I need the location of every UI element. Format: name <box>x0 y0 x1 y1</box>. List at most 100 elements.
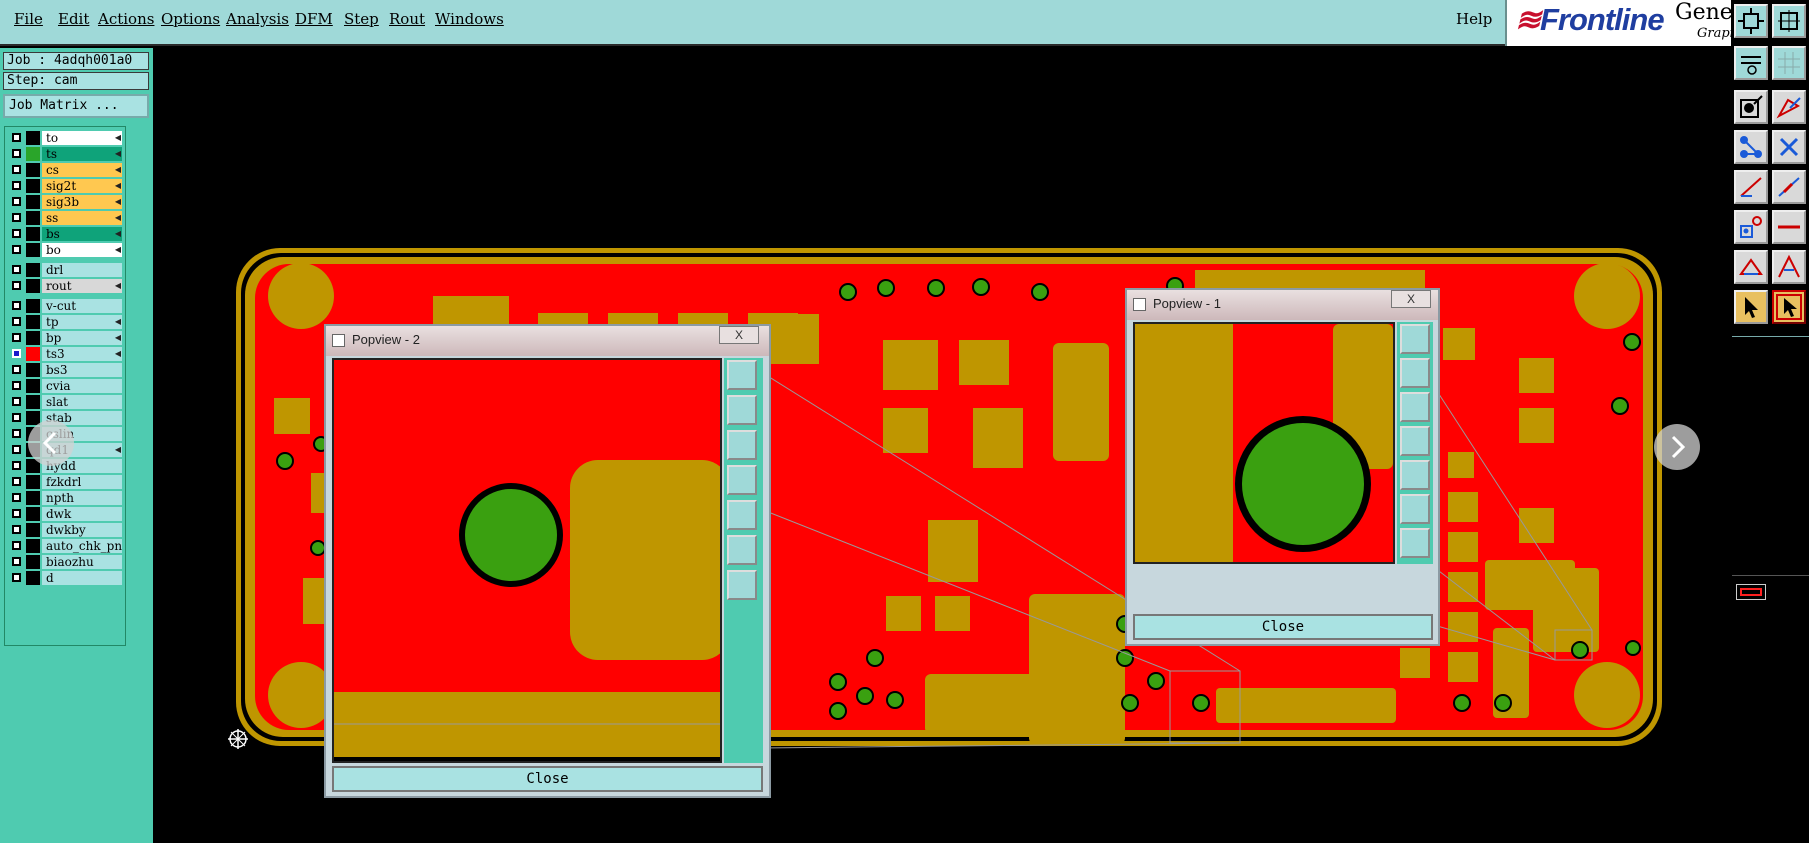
layer-name[interactable]: tp <box>42 315 122 329</box>
layer-name[interactable]: bp <box>42 331 122 345</box>
layer-color-swatch[interactable] <box>26 331 40 345</box>
popview-1-close-button[interactable]: Close <box>1133 614 1433 640</box>
popview-1-close-x-button[interactable]: X <box>1391 290 1431 308</box>
layer-name[interactable]: drl <box>42 263 122 277</box>
popview-1-zoom-out-button[interactable] <box>1400 528 1430 558</box>
layer-checkbox[interactable] <box>12 317 21 326</box>
popview-2-titlebar[interactable]: Popview - 2 X <box>326 326 769 356</box>
layer-checkbox[interactable] <box>12 397 21 406</box>
line-tool-button[interactable] <box>1734 170 1768 204</box>
layer-name[interactable]: d <box>42 571 122 585</box>
prev-slide-button[interactable] <box>28 420 74 466</box>
layer-color-swatch[interactable] <box>26 263 40 277</box>
pad-tool-button[interactable] <box>1734 210 1768 244</box>
layer-row[interactable]: sig3b ◀ <box>7 195 125 210</box>
layer-row[interactable]: drl <box>7 263 125 278</box>
net-tool-button[interactable] <box>1734 130 1768 164</box>
layer-row[interactable]: dwkby <box>7 523 125 538</box>
layer-color-swatch[interactable] <box>26 243 40 257</box>
layer-color-swatch[interactable] <box>26 555 40 569</box>
layer-name[interactable]: dwkby <box>42 523 122 537</box>
layer-color-swatch[interactable] <box>26 299 40 313</box>
popview-2-pan-right-button[interactable] <box>727 500 757 530</box>
layer-name[interactable]: ts3 <box>42 347 122 361</box>
layer-checkbox[interactable] <box>12 493 21 502</box>
layer-checkbox[interactable] <box>12 477 21 486</box>
popview-2-close-x-button[interactable]: X <box>719 326 759 344</box>
layer-row[interactable]: rout ◀ <box>7 279 125 294</box>
menu-actions[interactable]: Actions <box>98 10 154 28</box>
layer-checkbox[interactable] <box>12 133 21 142</box>
popview-2-pan-left-button[interactable] <box>727 465 757 495</box>
layer-row[interactable]: npth <box>7 491 125 506</box>
layer-checkbox[interactable] <box>12 557 21 566</box>
popview-1-zoom-in-button[interactable] <box>1400 494 1430 524</box>
layer-row[interactable]: cs ◀ <box>7 163 125 178</box>
delete-tool-button[interactable] <box>1772 130 1806 164</box>
popview-1-pan-right-button[interactable] <box>1400 460 1430 490</box>
layer-color-swatch[interactable] <box>26 227 40 241</box>
layer-color-swatch[interactable] <box>26 395 40 409</box>
layer-color-swatch[interactable] <box>26 491 40 505</box>
layer-row[interactable]: ts3 ◀ <box>7 347 125 362</box>
layer-checkbox[interactable] <box>12 229 21 238</box>
layer-checkbox[interactable] <box>12 573 21 582</box>
layer-row[interactable]: bs ◀ <box>7 227 125 242</box>
popview-1-fit-button[interactable] <box>1400 324 1430 354</box>
layer-name[interactable]: fzkdrl <box>42 475 122 489</box>
layer-name[interactable]: dwk <box>42 507 122 521</box>
layer-name[interactable]: cs <box>42 163 122 177</box>
layer-row[interactable]: fzkdrl <box>7 475 125 490</box>
layer-name[interactable]: ss <box>42 211 122 225</box>
layer-row[interactable]: bp ◀ <box>7 331 125 346</box>
layer-name[interactable]: sig2t <box>42 179 122 193</box>
layer-checkbox[interactable] <box>12 301 21 310</box>
layer-checkbox[interactable] <box>12 509 21 518</box>
layer-color-swatch[interactable] <box>26 163 40 177</box>
layer-row[interactable]: d <box>7 571 125 586</box>
graphic-canvas[interactable]: Popview - 2 X Close Popview - 1 X Close <box>28 48 1732 843</box>
popview-1-pan-left-button[interactable] <box>1400 426 1430 456</box>
menu-dfm[interactable]: DFM <box>295 10 333 28</box>
layer-checkbox[interactable] <box>12 365 21 374</box>
layer-name[interactable]: bs3 <box>42 363 122 377</box>
layer-row[interactable]: to ◀ <box>7 131 125 146</box>
popview-2-view[interactable] <box>332 358 722 763</box>
layer-name[interactable]: v-cut <box>42 299 122 313</box>
layer-checkbox[interactable] <box>12 541 21 550</box>
layer-checkbox[interactable] <box>12 525 21 534</box>
job-matrix-button[interactable]: Job Matrix ... <box>3 94 149 118</box>
popview-2-pan-up-button[interactable] <box>727 395 757 425</box>
slope-tool-button[interactable] <box>1772 170 1806 204</box>
layer-name[interactable]: to <box>42 131 122 145</box>
layer-color-swatch[interactable] <box>26 279 40 293</box>
layer-name[interactable]: cvia <box>42 379 122 393</box>
layer-checkbox[interactable] <box>12 429 21 438</box>
layer-name[interactable]: bs <box>42 227 122 241</box>
popview-2-close-button[interactable]: Close <box>332 766 763 792</box>
layer-row[interactable]: ts ◀ <box>7 147 125 162</box>
layer-checkbox[interactable] <box>12 333 21 342</box>
layer-name[interactable]: sig3b <box>42 195 122 209</box>
layer-color-swatch[interactable] <box>26 571 40 585</box>
menu-file[interactable]: File <box>14 10 43 28</box>
popview-1-pan-up-button[interactable] <box>1400 358 1430 388</box>
layer-checkbox[interactable] <box>12 197 21 206</box>
layer-color-swatch[interactable] <box>26 539 40 553</box>
select-highlight-button[interactable] <box>1772 290 1806 324</box>
popview-2-zoom-in-button[interactable] <box>727 535 757 565</box>
grid-button[interactable] <box>1772 46 1806 80</box>
layer-color-swatch[interactable] <box>26 195 40 209</box>
popview-2-fit-button[interactable] <box>727 360 757 390</box>
layer-name[interactable]: auto_chk_pn <box>42 539 122 553</box>
layer-color-swatch[interactable] <box>26 523 40 537</box>
popview-2-pan-down-button[interactable] <box>727 430 757 460</box>
surface-tool-button[interactable] <box>1734 250 1768 284</box>
measure-tool-button[interactable] <box>1734 90 1768 124</box>
layer-color-swatch[interactable] <box>26 211 40 225</box>
layer-checkbox[interactable] <box>12 265 21 274</box>
next-slide-button[interactable] <box>1654 424 1700 470</box>
menu-options[interactable]: Options <box>161 10 220 28</box>
layer-checkbox[interactable] <box>12 413 21 422</box>
layer-checkbox[interactable] <box>12 281 21 290</box>
